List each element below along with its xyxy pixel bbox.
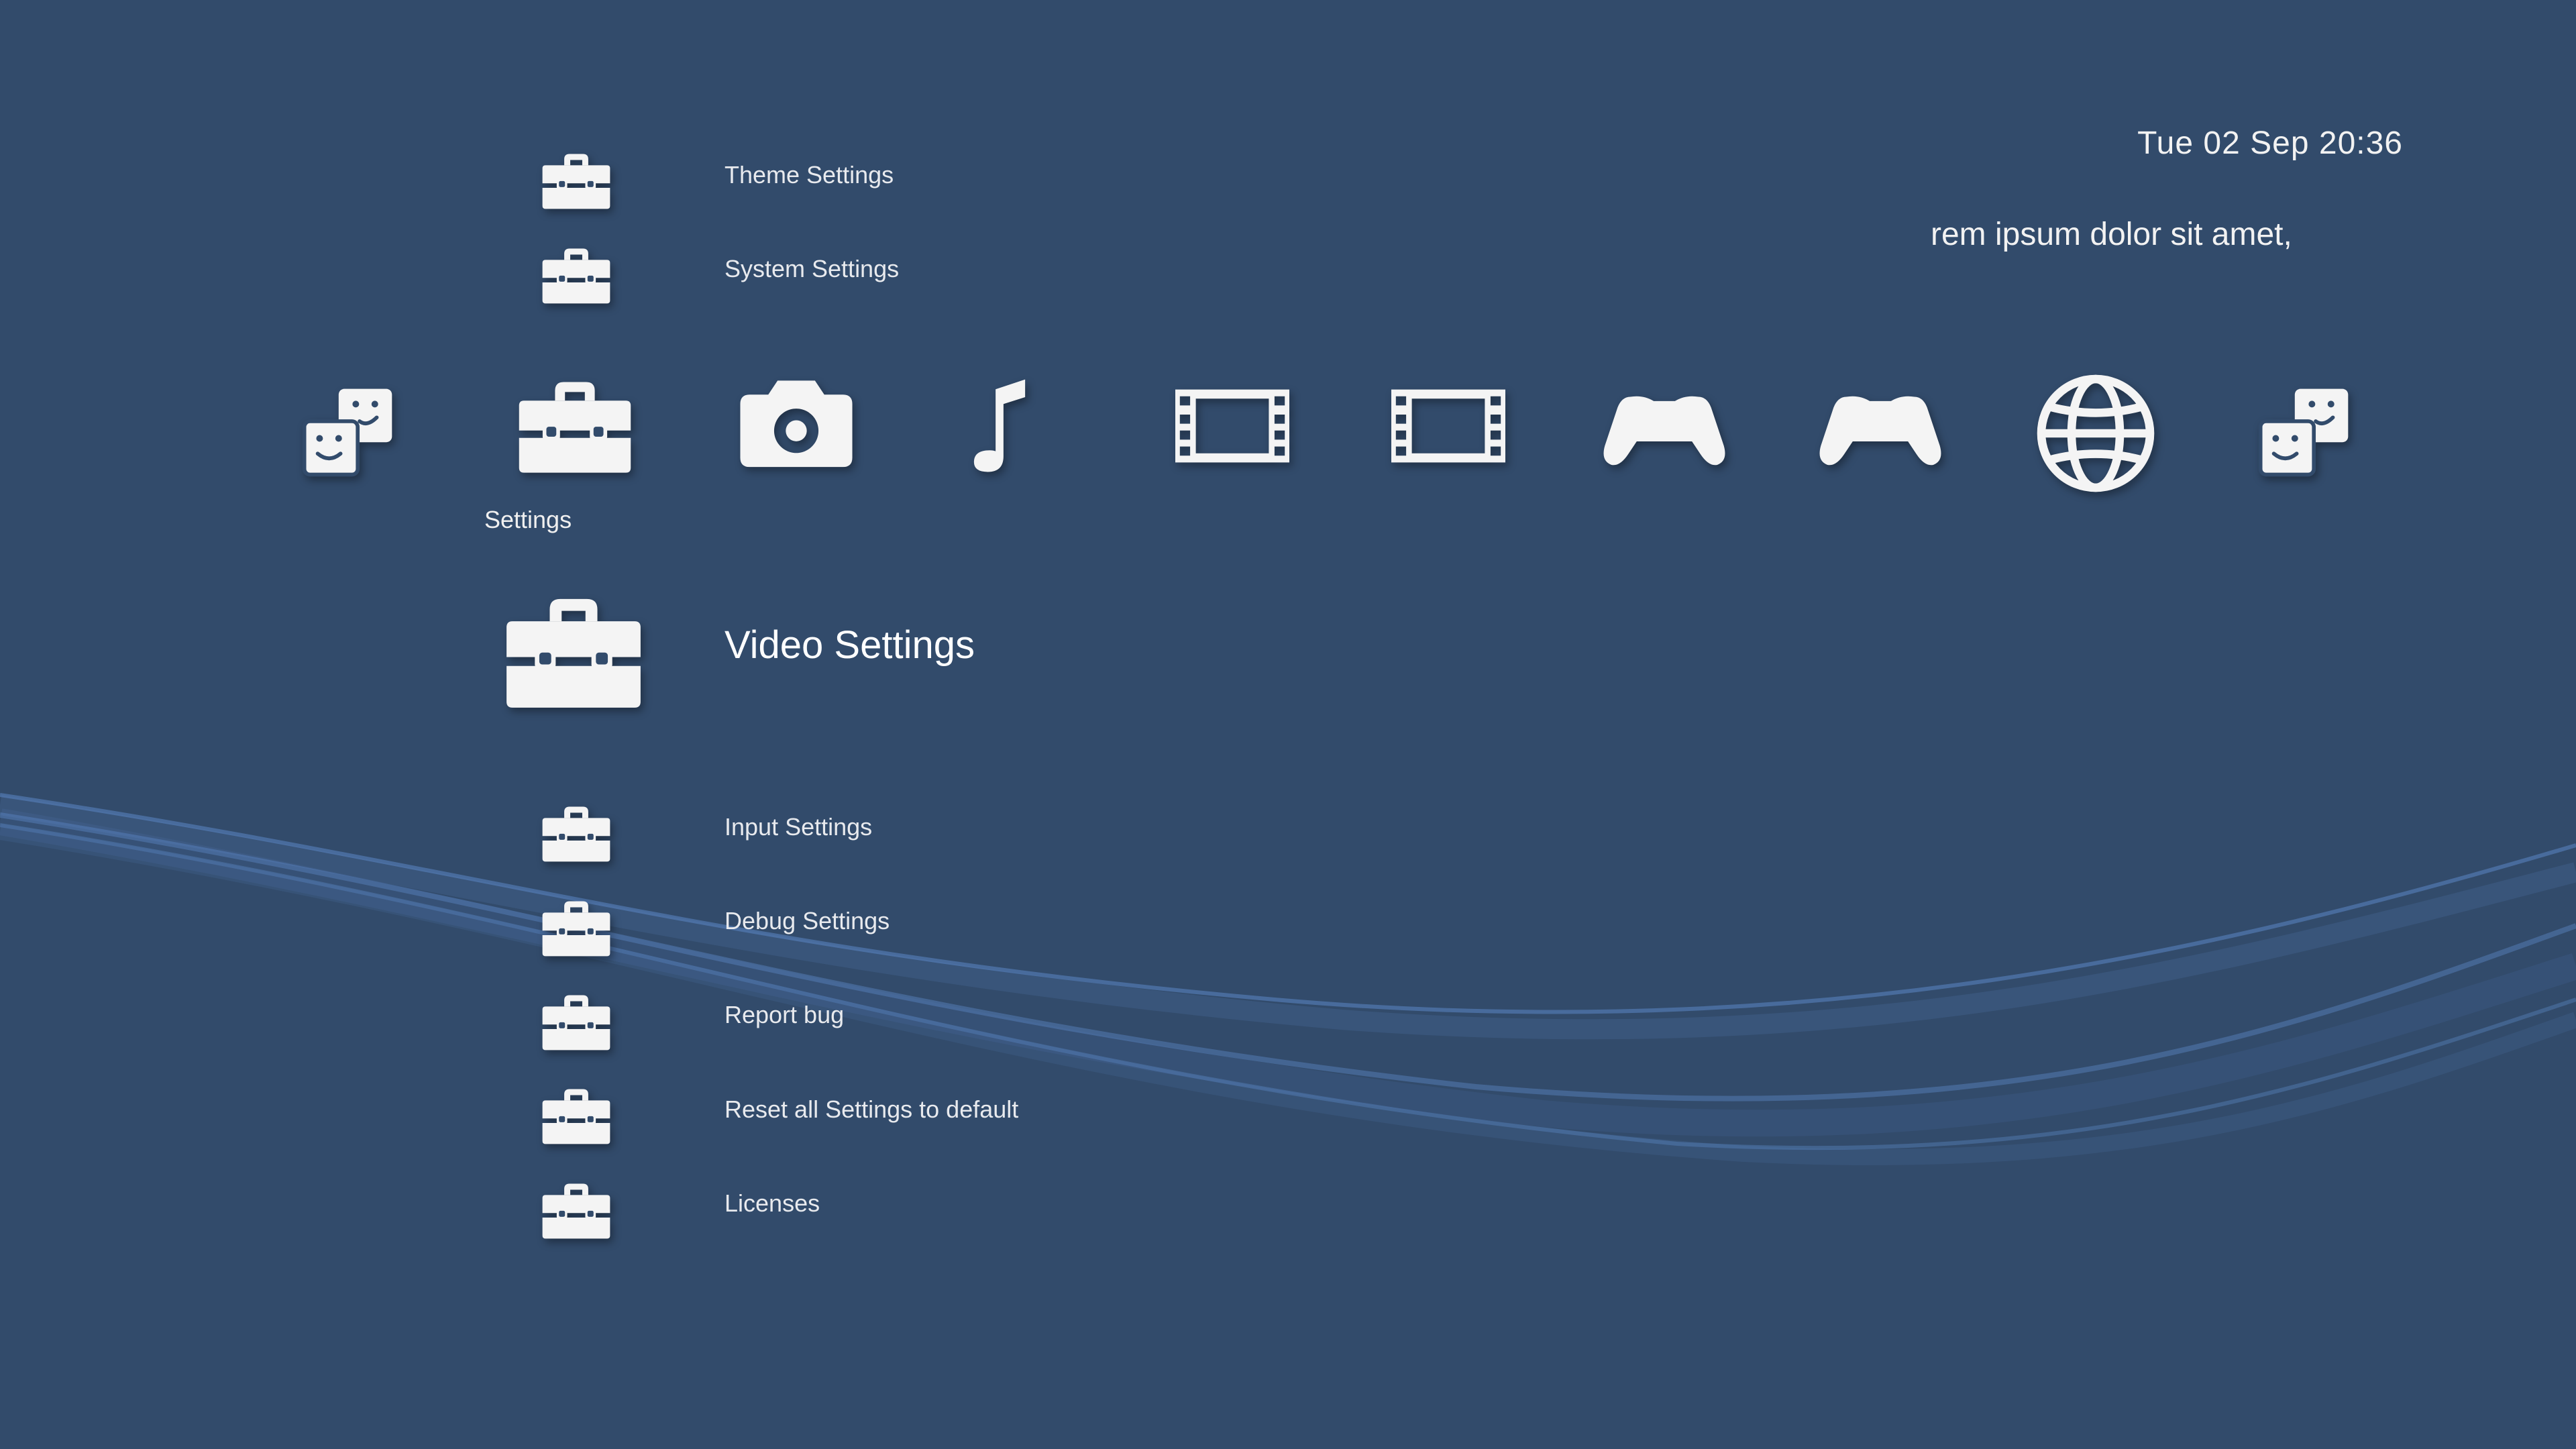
toolbox-icon[interactable] [499, 594, 648, 714]
toolbox-icon[interactable] [539, 1181, 614, 1242]
menu-item-input-settings[interactable]: Input Settings [724, 813, 872, 841]
gamepad-icon[interactable] [1601, 388, 1728, 470]
category-label-settings: Settings [484, 506, 572, 533]
clock: Tue 02 Sep 20:36 [2137, 125, 2403, 161]
toolbox-icon[interactable] [513, 378, 637, 478]
toolbox-icon[interactable] [539, 993, 614, 1053]
toolbox-icon[interactable] [539, 152, 614, 212]
globe-icon[interactable] [2035, 373, 2156, 494]
film-strip-icon[interactable] [1175, 388, 1289, 464]
menu-item-video-settings[interactable]: Video Settings [724, 623, 975, 667]
menu-item-debug-settings[interactable]: Debug Settings [724, 907, 890, 935]
toolbox-icon[interactable] [539, 246, 614, 307]
film-strip-icon[interactable] [1391, 388, 1505, 464]
menu-item-reset-settings[interactable]: Reset all Settings to default [724, 1095, 1018, 1124]
toolbox-icon[interactable] [539, 1087, 614, 1147]
toolbox-icon[interactable] [539, 804, 614, 865]
news-ticker: rem ipsum dolor sit amet, [1931, 217, 2292, 252]
camera-icon[interactable] [738, 373, 855, 472]
menu-item-system-settings[interactable]: System Settings [724, 255, 899, 283]
menu-item-report-bug[interactable]: Report bug [724, 1001, 844, 1029]
gamepad-icon[interactable] [1817, 388, 1944, 470]
users-faces-icon[interactable] [2255, 385, 2353, 480]
users-faces-icon[interactable] [299, 385, 397, 480]
menu-item-licenses[interactable]: Licenses [724, 1189, 820, 1218]
music-note-icon[interactable] [970, 377, 1029, 476]
menu-item-theme-settings[interactable]: Theme Settings [724, 161, 894, 189]
toolbox-icon[interactable] [539, 899, 614, 959]
